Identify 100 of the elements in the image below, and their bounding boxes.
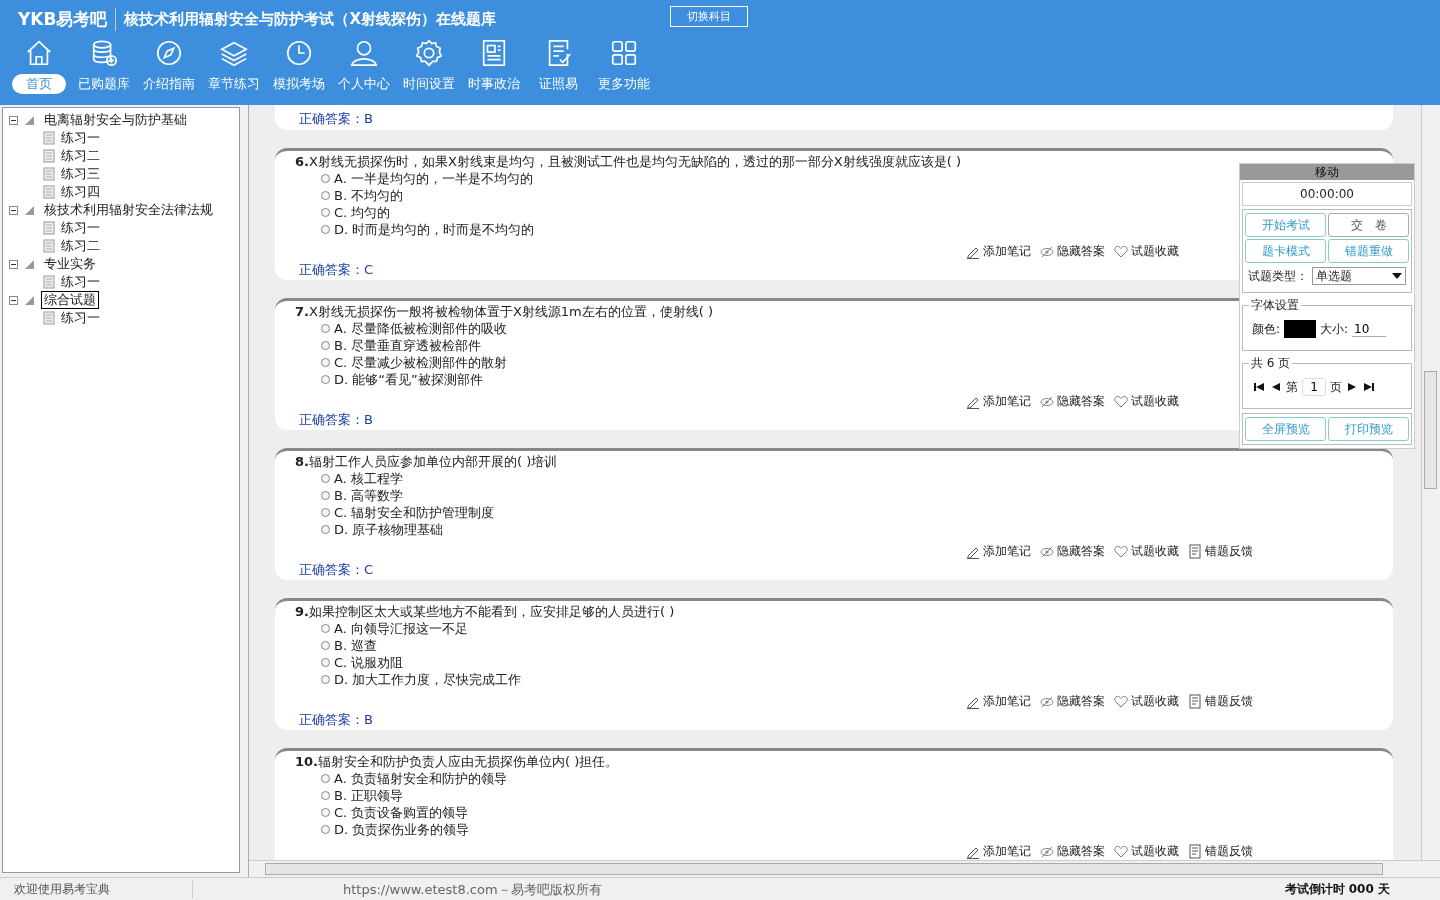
radio-button[interactable]: [321, 208, 330, 217]
radio-button[interactable]: [321, 658, 330, 667]
tree-item[interactable]: 练习二: [58, 147, 103, 165]
tree-item[interactable]: 练习一: [58, 273, 103, 291]
tree-item[interactable]: 练习一: [58, 129, 103, 147]
document-icon: [1187, 843, 1203, 859]
document-icon: [1187, 543, 1203, 559]
action-link[interactable]: 隐藏答案: [1039, 542, 1105, 560]
page-suffix: 页: [1330, 378, 1342, 396]
radio-button[interactable]: [321, 825, 330, 834]
tree-item[interactable]: 练习三: [58, 165, 103, 183]
tree-item[interactable]: 练习一: [58, 309, 103, 327]
first-page-icon[interactable]: [1252, 383, 1266, 391]
action-link[interactable]: 添加笔记: [965, 392, 1031, 410]
radio-button[interactable]: [321, 375, 330, 384]
action-link[interactable]: 错题反馈: [1187, 692, 1253, 710]
option-label: A. 核工程学: [334, 470, 403, 487]
action-link[interactable]: 添加笔记: [965, 842, 1031, 860]
tree-item[interactable]: 练习二: [58, 237, 103, 255]
action-link[interactable]: 试题收藏: [1113, 242, 1179, 260]
correct-answer: 正确答案：B: [298, 110, 373, 128]
document-icon: [43, 149, 55, 163]
radio-button[interactable]: [321, 225, 330, 234]
radio-button[interactable]: [321, 774, 330, 783]
radio-button[interactable]: [321, 641, 330, 650]
question-text: 6.X射线无损探伤时，如果X射线束是均匀，且被测试工件也是均匀无缺陷的，透过的那一部分X射线强度就应该是( ): [295, 153, 961, 170]
action-link[interactable]: 隐藏答案: [1039, 242, 1105, 260]
document-icon: [1187, 693, 1203, 709]
option-label: A. 向领导汇报这一不足: [334, 620, 468, 637]
next-page-icon[interactable]: [1346, 383, 1358, 391]
action-link[interactable]: 隐藏答案: [1039, 392, 1105, 410]
action-link[interactable]: 隐藏答案: [1039, 692, 1105, 710]
tree-item[interactable]: 综合试题: [41, 291, 99, 309]
action-link[interactable]: 试题收藏: [1113, 542, 1179, 560]
horizontal-scrollbar[interactable]: [249, 860, 1440, 877]
radio-button[interactable]: [321, 808, 330, 817]
tree-item[interactable]: 电离辐射安全与防护基础: [41, 111, 190, 129]
action-link[interactable]: 错题反馈: [1187, 542, 1253, 560]
tree-item[interactable]: 练习四: [58, 183, 103, 201]
action-link[interactable]: 错题反馈: [1187, 842, 1253, 860]
radio-button[interactable]: [321, 675, 330, 684]
last-page-icon[interactable]: [1362, 383, 1376, 391]
radio-button[interactable]: [321, 191, 330, 200]
radio-button[interactable]: [321, 341, 330, 350]
document-icon: [43, 311, 55, 325]
question-text: 10.辐射安全和防护负责人应由无损探伤单位内( )担任。: [295, 753, 619, 770]
type-label: 试题类型：: [1248, 267, 1308, 285]
option-label: C. 尽量减少被检测部件的散射: [334, 354, 508, 371]
option-label: D. 加大工作力度，尽快完成工作: [334, 671, 522, 688]
nav-item[interactable]: 首页: [6, 38, 71, 94]
option-label: D. 原子核物理基础: [334, 521, 444, 538]
heart-icon: [1113, 393, 1129, 409]
action-link[interactable]: 添加笔记: [965, 692, 1031, 710]
tree-item[interactable]: 练习一: [58, 219, 103, 237]
collapse-icon[interactable]: [9, 259, 18, 269]
action-link[interactable]: 添加笔记: [965, 242, 1031, 260]
document-icon: [43, 167, 55, 181]
correct-answer: 正确答案：C: [298, 561, 374, 579]
option-label: B. 巡查: [334, 637, 378, 654]
radio-button[interactable]: [321, 491, 330, 500]
action-link[interactable]: 隐藏答案: [1039, 842, 1105, 860]
option-label: C. 说服劝阻: [334, 654, 404, 671]
option-label: A. 尽量降低被检测部件的吸收: [334, 320, 507, 337]
radio-button[interactable]: [321, 508, 330, 517]
radio-button[interactable]: [321, 324, 330, 333]
option-label: B. 高等数学: [334, 487, 404, 504]
type-dropdown[interactable]: 单选题: [1312, 267, 1406, 285]
action-link[interactable]: 试题收藏: [1113, 842, 1179, 860]
triangle-icon: [25, 259, 34, 269]
option-label: C. 负责设备购置的领导: [334, 804, 469, 821]
radio-button[interactable]: [321, 624, 330, 633]
correct-answer: 正确答案：B: [298, 411, 373, 429]
font-settings-legend: 字体设置: [1249, 297, 1301, 314]
radio-button[interactable]: [321, 174, 330, 183]
collapse-icon[interactable]: [9, 115, 18, 125]
tree-item[interactable]: 核技术利用辐射安全法律法规: [41, 201, 216, 219]
triangle-icon: [25, 115, 34, 125]
panel-button[interactable]: 交 卷: [1328, 213, 1409, 237]
page-count-legend: 共 6 页: [1249, 355, 1293, 372]
app-logo: YKB易考吧: [18, 7, 117, 31]
tree-item[interactable]: 专业实务: [41, 255, 99, 273]
panel-title[interactable]: 移动: [1240, 164, 1414, 180]
collapse-icon[interactable]: [9, 295, 18, 305]
action-link[interactable]: 添加笔记: [965, 542, 1031, 560]
page-prefix: 第: [1286, 378, 1298, 396]
vertical-scrollbar[interactable]: [1421, 105, 1440, 860]
document-icon: [43, 239, 55, 253]
option-label: A. 一半是均匀的，一半是不均匀的: [334, 170, 533, 187]
color-swatch[interactable]: [1284, 320, 1317, 338]
action-link[interactable]: 试题收藏: [1113, 392, 1179, 410]
page-field[interactable]: 1: [1302, 378, 1326, 396]
action-link[interactable]: 试题收藏: [1113, 692, 1179, 710]
previous-page-icon[interactable]: [1270, 383, 1282, 391]
question-text: 9.如果控制区太大或某些地方不能看到，应安排足够的人员进行( ): [295, 603, 675, 620]
radio-button[interactable]: [321, 474, 330, 483]
collapse-icon[interactable]: [9, 205, 18, 215]
radio-button[interactable]: [321, 791, 330, 800]
radio-button[interactable]: [321, 358, 330, 367]
size-field[interactable]: 10: [1352, 321, 1387, 337]
radio-button[interactable]: [321, 525, 330, 534]
